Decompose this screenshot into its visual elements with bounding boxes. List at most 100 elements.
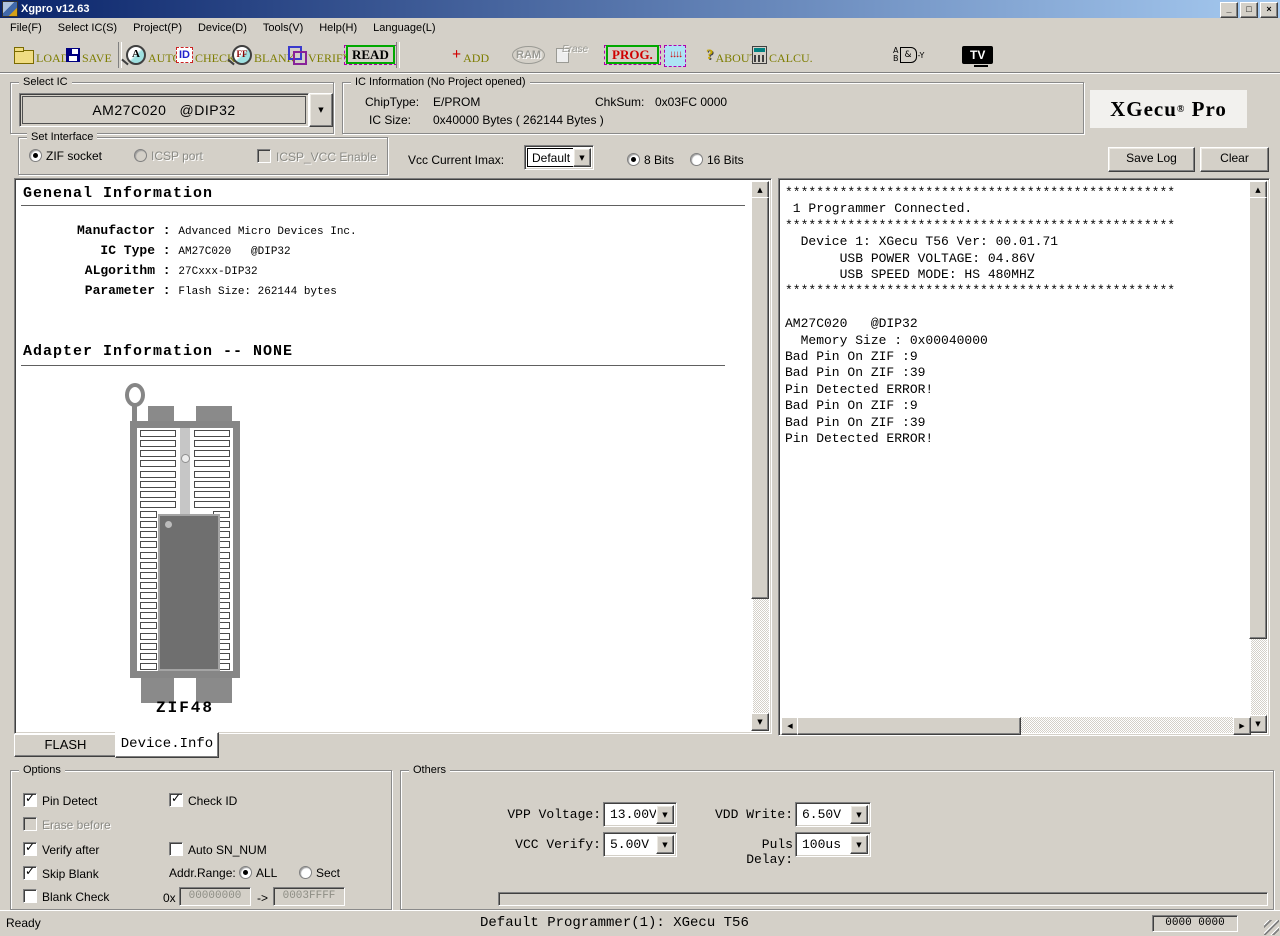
radio-addr-all[interactable]: ALL xyxy=(239,866,277,880)
tv-button[interactable]: TV xyxy=(962,42,993,68)
pin-slot xyxy=(194,440,230,447)
selected-ic-display[interactable]: AM27C020 @DIP32 xyxy=(19,93,309,127)
log-panel[interactable]: ****************************************… xyxy=(778,178,1270,736)
auto-button[interactable]: A AUTO xyxy=(126,42,181,68)
checkbox-auto-sn[interactable]: Auto SN_NUM xyxy=(169,842,267,857)
vcc-dropdown-button[interactable]: ▼ xyxy=(656,835,674,854)
pin-slot xyxy=(140,663,157,670)
dip32-chip-graphic xyxy=(158,514,220,671)
read-button[interactable]: READ xyxy=(344,42,397,68)
pin-slot xyxy=(140,531,157,538)
icsp-radio-circle xyxy=(134,149,147,162)
pin-row xyxy=(139,481,231,487)
pin-slot xyxy=(140,582,157,589)
pin-row xyxy=(139,430,231,436)
floppy-disk-icon xyxy=(66,48,80,62)
bits16-radio-circle[interactable] xyxy=(690,153,703,166)
scroll-thumb[interactable] xyxy=(797,717,1021,735)
about-button[interactable]: ? ABOUT xyxy=(706,42,757,68)
menu-bar: File(F) Select IC(S) Project(P) Device(D… xyxy=(0,18,1280,38)
logic-gate-button[interactable]: AB & -Y xyxy=(893,42,924,68)
log-hscrollbar[interactable]: ◀ ▶ xyxy=(781,717,1251,733)
verify-after-box[interactable] xyxy=(23,842,37,856)
check-button[interactable]: ID CHECK xyxy=(176,42,236,68)
add-button[interactable]: + ADD xyxy=(452,42,489,68)
toolbar-separator xyxy=(118,42,122,68)
tab-device-info[interactable]: Device.Info xyxy=(115,732,219,758)
blank-check-box[interactable] xyxy=(23,889,37,903)
checkbox-blank-check[interactable]: Blank Check xyxy=(23,889,109,904)
menu-help[interactable]: Help(H) xyxy=(311,19,365,37)
icsp-button[interactable]: ↓↓↓↓ xyxy=(664,43,686,69)
menu-select-ic[interactable]: Select IC(S) xyxy=(50,19,125,37)
log-vscrollbar[interactable]: ▲ ▼ xyxy=(1251,181,1267,733)
radio-8bits[interactable]: 8 Bits xyxy=(627,153,674,167)
set-interface-group: Set Interface ZIF socket ICSP port ICSP_… xyxy=(18,137,388,175)
checkbox-verify-after[interactable]: Verify after xyxy=(23,842,99,857)
radio-addr-sect[interactable]: Sect xyxy=(299,866,340,880)
calculator-icon xyxy=(752,46,767,64)
zif-lever-icon xyxy=(125,383,145,407)
pin-slot xyxy=(140,602,157,609)
scroll-down-button[interactable]: ▼ xyxy=(1249,715,1267,733)
chiptype-value: E/PROM xyxy=(433,95,480,109)
scroll-thumb[interactable] xyxy=(751,197,769,599)
checkbox-erase-before: Erase before xyxy=(23,817,111,832)
tab-flash[interactable]: FLASH xyxy=(14,734,117,757)
scroll-right-button[interactable]: ▶ xyxy=(1233,717,1251,735)
pin-detect-box[interactable] xyxy=(23,793,37,807)
minimize-button[interactable]: _ xyxy=(1220,2,1238,18)
blank-button[interactable]: FF BLANK xyxy=(232,42,295,68)
zif-radio-circle[interactable] xyxy=(29,149,42,162)
addr-sect-radio[interactable] xyxy=(299,866,312,879)
vcc-verify-dropdown[interactable]: 5.00V ▼ xyxy=(603,832,677,857)
load-button[interactable]: LOAD xyxy=(14,42,69,68)
menu-device[interactable]: Device(D) xyxy=(190,19,255,37)
resize-grip[interactable] xyxy=(1264,920,1279,935)
ram-icon: RAM xyxy=(512,46,545,64)
checkbox-check-id[interactable]: Check ID xyxy=(169,793,237,808)
vdd-write-dropdown[interactable]: 6.50V ▼ xyxy=(795,802,871,827)
bits16-label: 16 Bits xyxy=(707,153,744,167)
scroll-thumb[interactable] xyxy=(1249,197,1267,639)
menu-project[interactable]: Project(P) xyxy=(125,19,190,37)
vdd-dropdown-button[interactable]: ▼ xyxy=(850,805,868,824)
prog-button[interactable]: PROG. xyxy=(604,42,661,68)
add-label: ADD xyxy=(463,51,489,68)
vpp-dropdown-button[interactable]: ▼ xyxy=(656,805,674,824)
addr-all-radio[interactable] xyxy=(239,866,252,879)
calcu-button[interactable]: CALCU. xyxy=(752,42,813,68)
log-text: ****************************************… xyxy=(785,185,1175,448)
select-ic-dropdown-button[interactable]: ▼ xyxy=(309,93,333,127)
clear-button[interactable]: Clear xyxy=(1200,147,1269,172)
vcc-imax-dropdown[interactable]: Default ▼ xyxy=(524,145,594,170)
device-panel-vscrollbar[interactable]: ▲ ▼ xyxy=(753,181,769,731)
verify-button[interactable]: VERIFY xyxy=(288,42,351,68)
auto-sn-box[interactable] xyxy=(169,842,183,856)
check-id-box[interactable] xyxy=(169,793,183,807)
radio-16bits[interactable]: 16 Bits xyxy=(690,153,744,167)
puls-delay-dropdown[interactable]: 100us ▼ xyxy=(795,832,871,857)
scroll-down-button[interactable]: ▼ xyxy=(751,713,769,731)
save-button[interactable]: SAVE xyxy=(66,42,112,68)
vpp-voltage-dropdown[interactable]: 13.00V ▼ xyxy=(603,802,677,827)
checkbox-skip-blank[interactable]: Skip Blank xyxy=(23,866,99,881)
save-log-button[interactable]: Save Log xyxy=(1108,147,1195,172)
close-button[interactable]: × xyxy=(1260,2,1278,18)
puls-delay-value: 100us xyxy=(798,835,851,854)
check-id-label: Check ID xyxy=(188,794,237,808)
others-group: Others VPP Voltage: 13.00V ▼ VDD Write: … xyxy=(400,770,1274,910)
pin-slot xyxy=(194,460,230,467)
maximize-button[interactable]: □ xyxy=(1240,2,1258,18)
vcc-imax-dropdown-button[interactable]: ▼ xyxy=(573,148,591,167)
menu-language[interactable]: Language(L) xyxy=(365,19,443,37)
skip-blank-box[interactable] xyxy=(23,866,37,880)
puls-dropdown-button[interactable]: ▼ xyxy=(850,835,868,854)
radio-zif-socket[interactable]: ZIF socket xyxy=(29,149,102,163)
app-icon xyxy=(2,1,18,17)
menu-tools[interactable]: Tools(V) xyxy=(255,19,311,37)
menu-file[interactable]: File(F) xyxy=(2,19,50,37)
checkbox-pin-detect[interactable]: Pin Detect xyxy=(23,793,97,808)
open-folder-icon xyxy=(14,50,34,64)
bits8-radio-circle[interactable] xyxy=(627,153,640,166)
